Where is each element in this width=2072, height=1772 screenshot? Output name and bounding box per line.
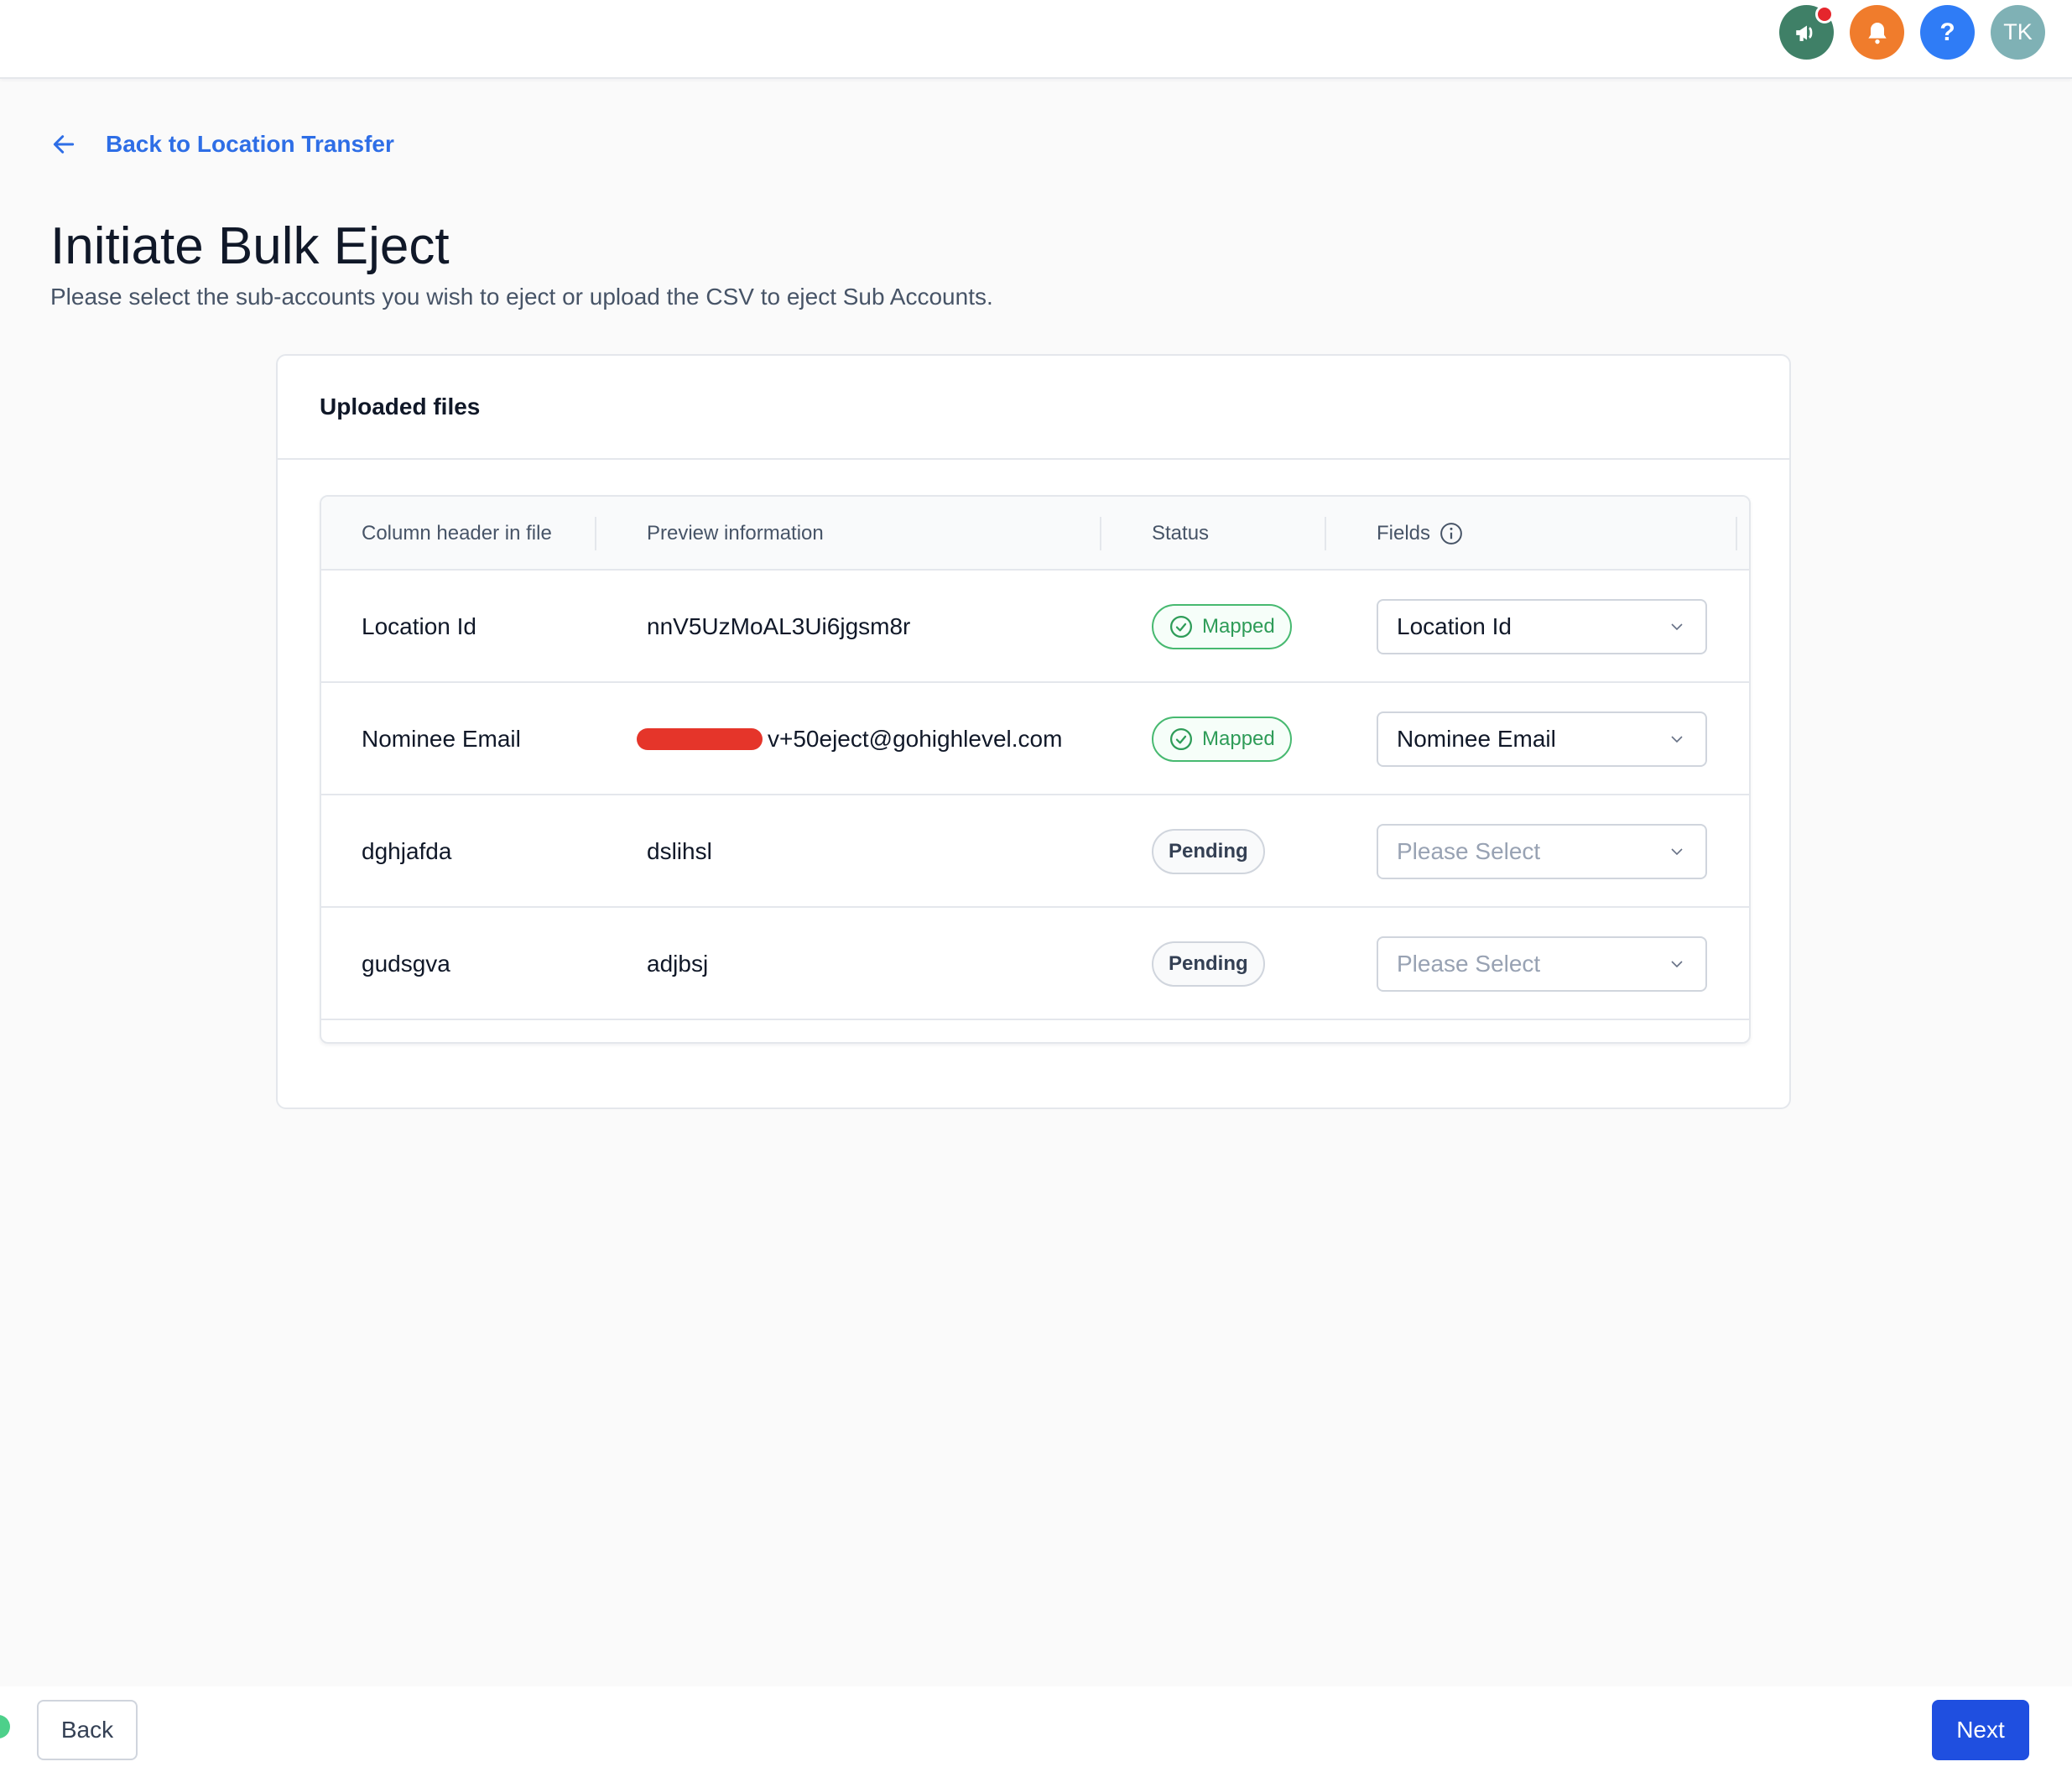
column-header-preview: Preview information (647, 522, 824, 545)
field-cell: Please Select (1377, 908, 1707, 1020)
help-icon: ? (1939, 18, 1955, 46)
chevron-down-icon (1671, 961, 1683, 968)
status-dot (0, 1715, 10, 1738)
back-to-location-transfer-link[interactable]: Back to Location Transfer (50, 131, 394, 158)
field-select[interactable]: Please Select (1377, 936, 1707, 992)
table-header: Column header in file Preview informatio… (321, 497, 1749, 571)
card-header: Uploaded files (278, 356, 1789, 460)
chevron-down-icon (1671, 736, 1683, 743)
status-cell: Mapped (1152, 571, 1292, 683)
top-bar: ? TK (0, 0, 2072, 79)
info-icon[interactable] (1439, 521, 1464, 546)
avatar[interactable]: TK (1991, 5, 2045, 60)
notification-dot (1815, 5, 1834, 23)
preview-text: v+50eject@gohighlevel.com (768, 726, 1063, 752)
card-title: Uploaded files (320, 393, 481, 420)
table-row: Nominee Email v+50eject@gohighlevel.com … (321, 683, 1749, 795)
back-link-label: Back to Location Transfer (106, 131, 394, 157)
table-row: Location Id nnV5UzMoAL3Ui6jgsm8r Mapped … (321, 571, 1749, 683)
chevron-down-icon (1671, 623, 1683, 631)
field-select-placeholder: Please Select (1397, 838, 1541, 864)
preview-cell: nnV5UzMoAL3Ui6jgsm8r (647, 613, 911, 639)
status-label: Mapped (1202, 727, 1275, 750)
field-select-placeholder: Please Select (1397, 951, 1541, 977)
field-cell: Nominee Email (1377, 683, 1707, 795)
column-name-cell: gudsgva (362, 951, 450, 977)
mapping-table: Column header in file Preview informatio… (320, 495, 1751, 1044)
page-title: Initiate Bulk Eject (50, 217, 450, 275)
footer-bar: Back Next (0, 1686, 2072, 1772)
redaction-mark (637, 728, 763, 750)
chevron-down-icon (1671, 848, 1683, 856)
header-divider (1100, 517, 1101, 550)
status-label: Pending (1169, 952, 1248, 975)
field-select-value: Nominee Email (1397, 726, 1556, 752)
top-bar-icons: ? TK (1779, 5, 2045, 60)
help-button[interactable]: ? (1920, 5, 1975, 60)
notifications-button[interactable] (1850, 5, 1904, 60)
header-divider (1325, 517, 1326, 550)
status-label: Pending (1169, 840, 1248, 863)
next-button[interactable]: Next (1932, 1700, 2029, 1760)
column-header-status: Status (1152, 522, 1210, 545)
page-subtitle: Please select the sub-accounts you wish … (50, 284, 993, 310)
preview-cell: adjbsj (647, 951, 709, 977)
field-select[interactable]: Please Select (1377, 824, 1707, 879)
bell-icon (1867, 22, 1887, 44)
column-name-cell: Nominee Email (362, 726, 521, 752)
megaphone-icon (1795, 25, 1812, 41)
preview-cell: dslihsl (647, 838, 712, 864)
field-cell: Location Id (1377, 571, 1707, 683)
field-select[interactable]: Nominee Email (1377, 711, 1707, 767)
status-cell: Mapped (1152, 683, 1292, 795)
avatar-initials: TK (2003, 19, 2033, 44)
back-button[interactable]: Back (37, 1700, 138, 1760)
check-circle-icon (1170, 728, 1192, 750)
fields-header-label: Fields (1377, 522, 1431, 545)
header-divider (595, 517, 596, 550)
status-cell: Pending (1152, 908, 1265, 1020)
table-row: gudsgva adjbsj Pending Please Select (321, 908, 1749, 1020)
column-header-column: Column header in file (362, 522, 552, 545)
announcements-button[interactable] (1779, 5, 1834, 60)
preview-cell: v+50eject@gohighlevel.com (637, 683, 1062, 795)
column-header-fields: Fields (1377, 497, 1464, 571)
table-row: dghjafda dslihsl Pending Please Select (321, 795, 1749, 908)
check-circle-icon (1170, 616, 1192, 638)
field-select-value: Location Id (1397, 613, 1512, 639)
status-badge: Pending (1152, 829, 1265, 874)
status-label: Mapped (1202, 615, 1275, 638)
status-badge: Mapped (1152, 717, 1292, 762)
arrow-left-icon (53, 135, 75, 154)
uploaded-files-card: Uploaded files Column header in file Pre… (276, 354, 1791, 1109)
column-name-cell: Location Id (362, 613, 476, 639)
column-name-cell: dghjafda (362, 838, 452, 864)
status-badge: Mapped (1152, 604, 1292, 649)
field-cell: Please Select (1377, 795, 1707, 908)
field-select[interactable]: Location Id (1377, 599, 1707, 654)
status-badge: Pending (1152, 941, 1265, 987)
status-cell: Pending (1152, 795, 1265, 908)
header-divider (1736, 517, 1737, 550)
